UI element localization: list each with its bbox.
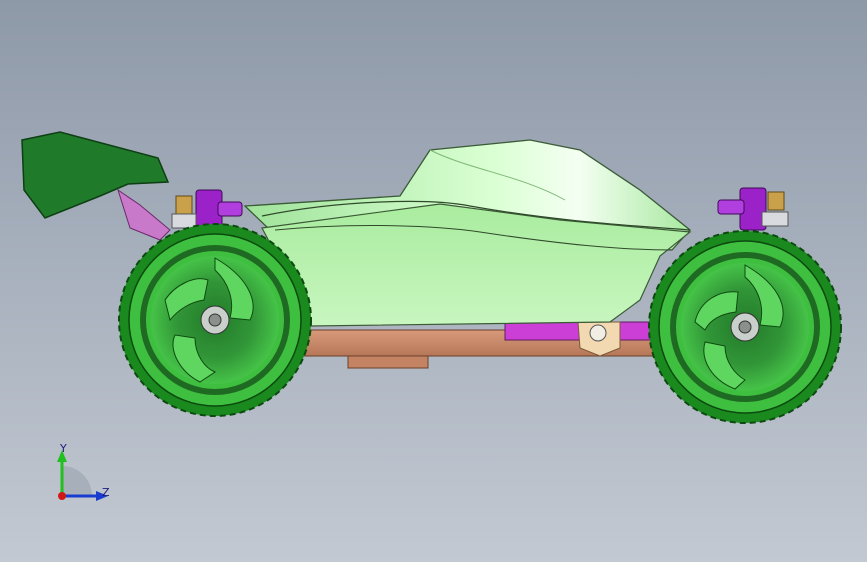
axis-z-label: Z	[102, 486, 110, 499]
axis-y-label: Y	[60, 442, 67, 455]
rear-wheel[interactable]	[118, 223, 312, 417]
rear-wing	[21, 131, 171, 241]
body-shell	[243, 139, 692, 327]
rc-buggy-model[interactable]	[0, 0, 867, 562]
front-wheel[interactable]	[648, 230, 842, 424]
cad-viewport[interactable]: Y Z	[0, 0, 867, 562]
chassis	[299, 321, 701, 369]
